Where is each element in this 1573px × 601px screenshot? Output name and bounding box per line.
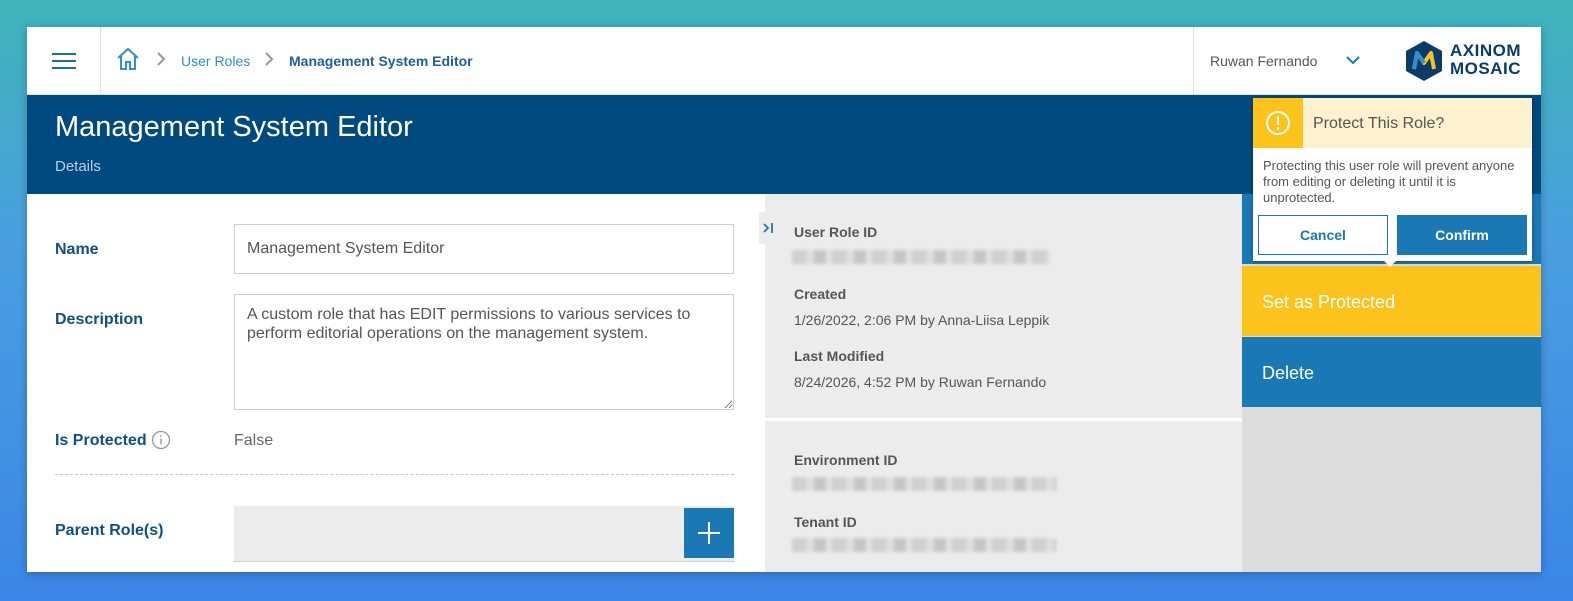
breadcrumb-user-roles[interactable]: User Roles bbox=[181, 53, 250, 69]
app-window: User Roles Management System Editor Ruwa… bbox=[27, 27, 1541, 572]
chevron-down-icon[interactable] bbox=[1344, 51, 1362, 69]
last-modified-value: 8/24/2026, 4:52 PM by Ruwan Fernando bbox=[794, 374, 1047, 390]
is-protected-label: Is Protected bbox=[55, 432, 147, 449]
parent-roles-label: Parent Role(s) bbox=[55, 522, 164, 539]
plus-icon bbox=[698, 522, 720, 544]
logo-text-line2: MOSAIC bbox=[1450, 59, 1521, 78]
user-role-id-label: User Role ID bbox=[794, 224, 878, 240]
warning-icon bbox=[1266, 111, 1290, 135]
name-label: Name bbox=[55, 241, 99, 258]
home-icon[interactable] bbox=[115, 46, 141, 72]
popover-message: Protecting this user role will prevent a… bbox=[1263, 158, 1515, 205]
logo-text-line1: AXINOM bbox=[1450, 41, 1521, 60]
chevron-right-icon bbox=[157, 52, 166, 66]
divider bbox=[55, 474, 734, 475]
logo-mark bbox=[1406, 41, 1442, 81]
created-value: 1/26/2022, 2:06 PM by Anna-Liisa Leppik bbox=[794, 312, 1050, 328]
breadcrumb-current: Management System Editor bbox=[289, 53, 473, 69]
description-textarea[interactable]: A custom role that has EDIT permissions … bbox=[234, 294, 734, 410]
environment-id-label: Environment ID bbox=[794, 452, 898, 468]
confirm-popover: Protect This Role? Protecting this user … bbox=[1253, 98, 1532, 267]
user-menu[interactable]: Ruwan Fernando bbox=[1193, 27, 1378, 95]
created-label: Created bbox=[794, 286, 847, 302]
tenant-id-value-redacted bbox=[792, 538, 1056, 552]
add-parent-role-button[interactable] bbox=[684, 508, 734, 558]
chevron-right-icon bbox=[265, 52, 274, 66]
popover-arrow bbox=[1381, 258, 1399, 267]
description-label: Description bbox=[55, 311, 144, 328]
confirm-button[interactable]: Confirm bbox=[1397, 215, 1527, 255]
cancel-button[interactable]: Cancel bbox=[1258, 215, 1388, 255]
parent-roles-field[interactable] bbox=[234, 506, 734, 562]
divider bbox=[765, 418, 1242, 421]
tenant-id-label: Tenant ID bbox=[794, 514, 857, 530]
name-input[interactable] bbox=[234, 224, 734, 274]
details-form: Name Description A custom role that has … bbox=[27, 194, 765, 572]
delete-button[interactable]: Delete bbox=[1242, 337, 1541, 407]
set-as-protected-button[interactable]: Set as Protected bbox=[1242, 266, 1541, 336]
last-modified-label: Last Modified bbox=[794, 348, 885, 364]
page-title: Management System Editor bbox=[55, 111, 413, 143]
user-name: Ruwan Fernando bbox=[1210, 53, 1318, 69]
popover-title: Protect This Role? bbox=[1313, 115, 1445, 132]
menu-icon[interactable] bbox=[27, 27, 101, 95]
top-bar: User Roles Management System Editor Ruwa… bbox=[27, 27, 1541, 95]
environment-id-value-redacted bbox=[792, 477, 1056, 491]
is-protected-value: False bbox=[234, 432, 274, 449]
details-panel: User Role ID Created 1/26/2022, 2:06 PM … bbox=[759, 194, 1242, 572]
logo: AXINOM MOSAIC bbox=[1402, 39, 1532, 83]
page-subtitle: Details bbox=[55, 158, 101, 175]
collapse-panel-icon[interactable] bbox=[759, 212, 779, 244]
user-role-id-value-redacted bbox=[792, 250, 1050, 264]
info-icon[interactable] bbox=[151, 430, 171, 450]
popover-header: Protect This Role? bbox=[1253, 98, 1532, 148]
